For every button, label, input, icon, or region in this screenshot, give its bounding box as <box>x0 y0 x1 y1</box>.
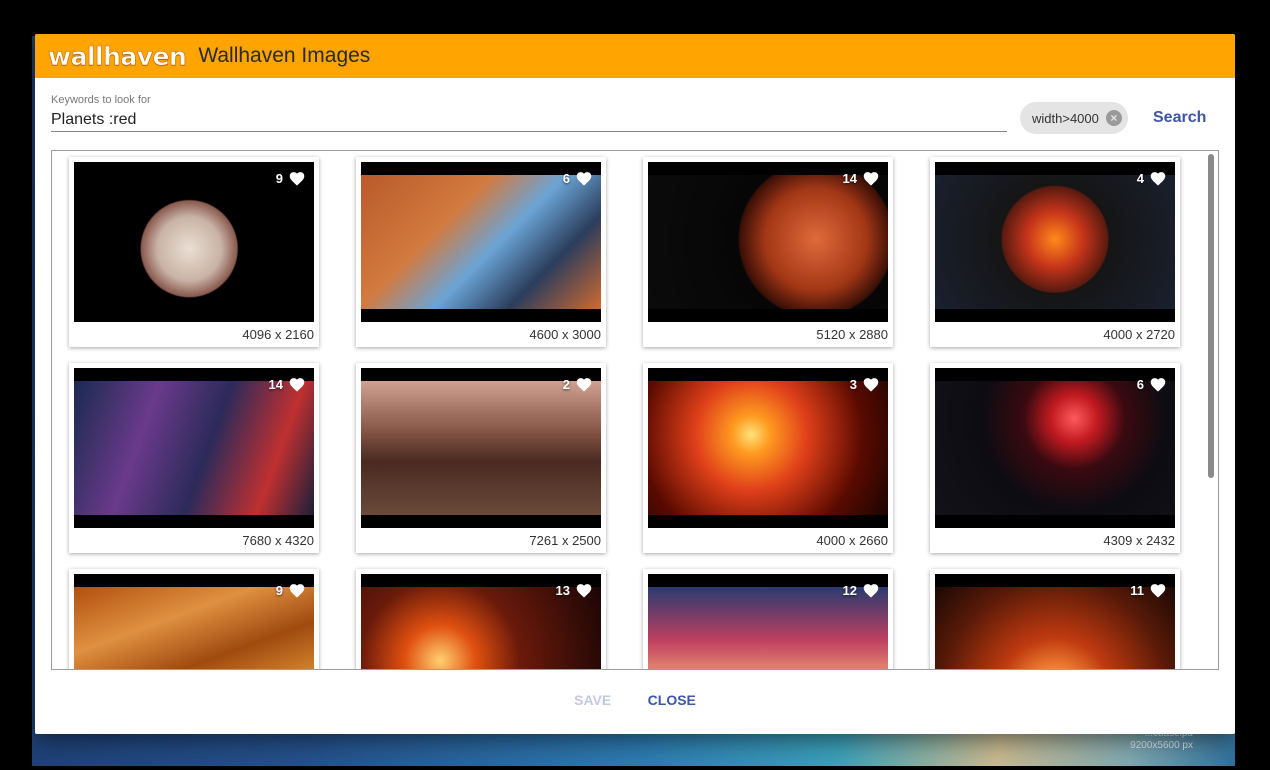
wallpaper-card[interactable]: 9 4096 x 2160 <box>69 157 319 347</box>
wallpaper-card[interactable]: 3 4000 x 2660 <box>643 363 893 553</box>
heart-icon[interactable] <box>1149 170 1167 186</box>
favorites-count: 6 <box>563 170 593 186</box>
dialog-actions: SAVE CLOSE <box>35 684 1235 724</box>
wallpaper-thumbnail[interactable]: 6 <box>361 162 601 322</box>
favorites-count: 9 <box>276 170 306 186</box>
heart-icon[interactable] <box>1149 376 1167 392</box>
wallhaven-dialog: wallhaven Wallhaven Images Keywords to l… <box>35 34 1235 734</box>
favorites-number: 11 <box>1130 582 1144 598</box>
wallpaper-card[interactable]: 6 4309 x 2432 <box>930 363 1180 553</box>
wallpaper-thumbnail[interactable]: 12 <box>648 574 888 669</box>
favorites-number: 2 <box>562 376 570 392</box>
resolution-label: 4096 x 2160 <box>242 327 314 342</box>
favorites-number: 14 <box>842 170 857 186</box>
wallpaper-card[interactable]: 2 7261 x 2500 <box>356 363 606 553</box>
favorites-number: 6 <box>1136 376 1144 392</box>
wallpaper-card[interactable]: 12 <box>643 569 893 669</box>
wallpaper-card[interactable]: 14 7680 x 4320 <box>69 363 319 553</box>
wallpaper-thumbnail[interactable]: 13 <box>361 574 601 669</box>
heart-icon[interactable] <box>575 376 593 392</box>
resolution-label: 4600 x 3000 <box>529 327 601 342</box>
favorites-number: 4 <box>1136 170 1144 186</box>
wallpaper-thumbnail[interactable]: 4 <box>935 162 1175 322</box>
favorites-number: 6 <box>562 170 570 186</box>
filter-chip-label: width>4000 <box>1032 110 1099 126</box>
search-button[interactable]: Search <box>1145 104 1214 132</box>
favorites-number: 12 <box>842 582 857 598</box>
wallpaper-card[interactable]: 14 5120 x 2880 <box>643 157 893 347</box>
favorites-count: 4 <box>1137 170 1167 186</box>
save-button[interactable]: SAVE <box>560 684 625 716</box>
wallpaper-card[interactable]: 9 <box>69 569 319 669</box>
resolution-label: 4000 x 2660 <box>816 533 888 548</box>
favorites-count: 2 <box>563 376 593 392</box>
favorites-count: 6 <box>1137 376 1167 392</box>
resolution-label: 5120 x 2880 <box>816 327 888 342</box>
results-scrollbar[interactable] <box>1208 154 1214 478</box>
favorites-count: 12 <box>843 582 880 598</box>
wallhaven-logo: wallhaven <box>48 41 187 71</box>
wallpaper-thumbnail[interactable]: 6 <box>935 368 1175 528</box>
wallpaper-card[interactable]: 13 <box>356 569 606 669</box>
dialog-title: Wallhaven Images <box>198 44 371 67</box>
resolution-label: 7261 x 2500 <box>529 533 601 548</box>
resolution-label: 4000 x 2720 <box>1103 327 1175 342</box>
heart-icon[interactable] <box>862 376 880 392</box>
wallpaper-thumbnail[interactable]: 3 <box>648 368 888 528</box>
dialog-header: wallhaven Wallhaven Images <box>35 34 1235 78</box>
heart-icon[interactable] <box>575 170 593 186</box>
wallpaper-thumbnail[interactable]: 11 <box>935 574 1175 669</box>
favorites-count: 14 <box>269 376 306 392</box>
wallpaper-thumbnail[interactable]: 9 <box>74 162 314 322</box>
favorites-number: 9 <box>275 170 283 186</box>
heart-icon[interactable] <box>862 582 880 598</box>
favorites-count: 3 <box>850 376 880 392</box>
resolution-label: 7680 x 4320 <box>242 533 314 548</box>
wallpaper-card[interactable]: 11 <box>930 569 1180 669</box>
favorites-number: 14 <box>268 376 283 392</box>
wallpaper-thumbnail[interactable]: 14 <box>74 368 314 528</box>
heart-icon[interactable] <box>288 376 306 392</box>
favorites-count: 11 <box>1130 582 1167 598</box>
resolution-label: 4309 x 2432 <box>1103 533 1175 548</box>
wallpaper-card[interactable]: 4 4000 x 2720 <box>930 157 1180 347</box>
wallpaper-thumbnail[interactable]: 14 <box>648 162 888 322</box>
close-button[interactable]: CLOSE <box>634 684 710 716</box>
favorites-number: 9 <box>275 582 283 598</box>
favorites-count: 9 <box>276 582 306 598</box>
results-panel[interactable]: 9 4096 x 2160 6 4600 x 3000 14 5120 x 28… <box>51 150 1219 670</box>
keywords-input[interactable] <box>51 108 1007 132</box>
heart-icon[interactable] <box>575 582 593 598</box>
heart-icon[interactable] <box>1149 582 1167 598</box>
wallpaper-size: 9200x5600 px <box>1130 740 1193 751</box>
keywords-label: Keywords to look for <box>51 94 151 106</box>
favorites-count: 14 <box>843 170 880 186</box>
favorites-count: 13 <box>556 582 593 598</box>
results-grid: 9 4096 x 2160 6 4600 x 3000 14 5120 x 28… <box>69 157 1209 669</box>
favorites-number: 13 <box>555 582 570 598</box>
favorites-number: 3 <box>849 376 857 392</box>
heart-icon[interactable] <box>288 170 306 186</box>
heart-icon[interactable] <box>288 582 306 598</box>
wallpaper-card[interactable]: 6 4600 x 3000 <box>356 157 606 347</box>
chip-remove-icon[interactable]: × <box>1105 110 1122 126</box>
filter-chip[interactable]: width>4000 × <box>1020 102 1128 134</box>
wallpaper-thumbnail[interactable]: 2 <box>361 368 601 528</box>
wallpaper-thumbnail[interactable]: 9 <box>74 574 314 669</box>
heart-icon[interactable] <box>862 170 880 186</box>
